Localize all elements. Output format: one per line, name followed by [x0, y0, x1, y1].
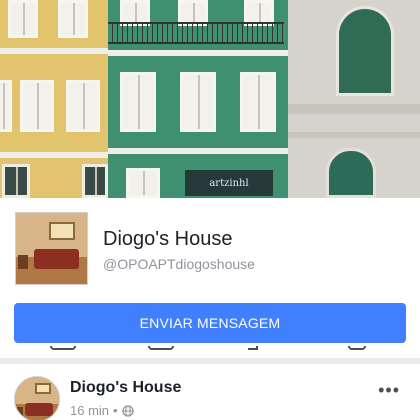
green-door [326, 148, 376, 198]
post-author-avatar[interactable] [14, 376, 60, 420]
send-message-button[interactable]: ENVIAR MENSAGEM [14, 303, 406, 343]
facade-band [288, 132, 420, 138]
share-icon[interactable] [248, 346, 258, 350]
camera-icon[interactable] [148, 346, 174, 350]
profile-picture[interactable] [15, 212, 88, 285]
facade-band [0, 48, 108, 54]
facade-band [288, 104, 420, 114]
photo-wall-frame [49, 222, 75, 240]
facade-band [108, 148, 288, 154]
post-timestamp[interactable]: 16 min [70, 403, 109, 418]
arched-window [336, 6, 394, 96]
meta-separator: • [113, 403, 118, 418]
post-card: Diogo's House 16 min • ••• [0, 364, 420, 420]
bookmark-icon[interactable] [348, 346, 366, 350]
window [120, 72, 156, 132]
shop-sign: artzinhl [185, 170, 273, 196]
building-stone [288, 0, 420, 198]
post-author-name[interactable]: Diogo's House [70, 379, 181, 397]
photo-wall-frame [35, 383, 51, 394]
photo-sofa [25, 403, 53, 416]
cover-photo[interactable]: artzinhl [0, 0, 420, 198]
balcony-railing [108, 22, 284, 44]
globe-icon [121, 404, 134, 417]
page-profile-card: Diogo's House @OPOAPTdiogoshouse ENVIAR … [0, 198, 420, 348]
window [66, 80, 100, 132]
facade-band [0, 152, 108, 158]
phone-icon[interactable] [50, 346, 76, 350]
window [82, 164, 108, 198]
building-green [108, 0, 288, 198]
page-action-bar [0, 346, 420, 358]
window [2, 164, 30, 198]
facade-band [108, 50, 288, 56]
post-meta: 16 min • [70, 403, 134, 418]
photo-side-table [18, 255, 28, 269]
building-yellow [0, 0, 108, 198]
window [20, 80, 54, 132]
window [8, 0, 38, 38]
window [0, 80, 12, 132]
page-title[interactable]: Diogo's House [103, 228, 232, 251]
photo-side-table [17, 407, 23, 417]
window [126, 168, 160, 198]
page-username: @OPOAPTdiogoshouse [103, 256, 255, 272]
photo-sofa [34, 249, 79, 269]
window [240, 72, 276, 132]
more-options-icon[interactable]: ••• [378, 380, 400, 401]
window [58, 0, 88, 38]
window [180, 72, 216, 132]
